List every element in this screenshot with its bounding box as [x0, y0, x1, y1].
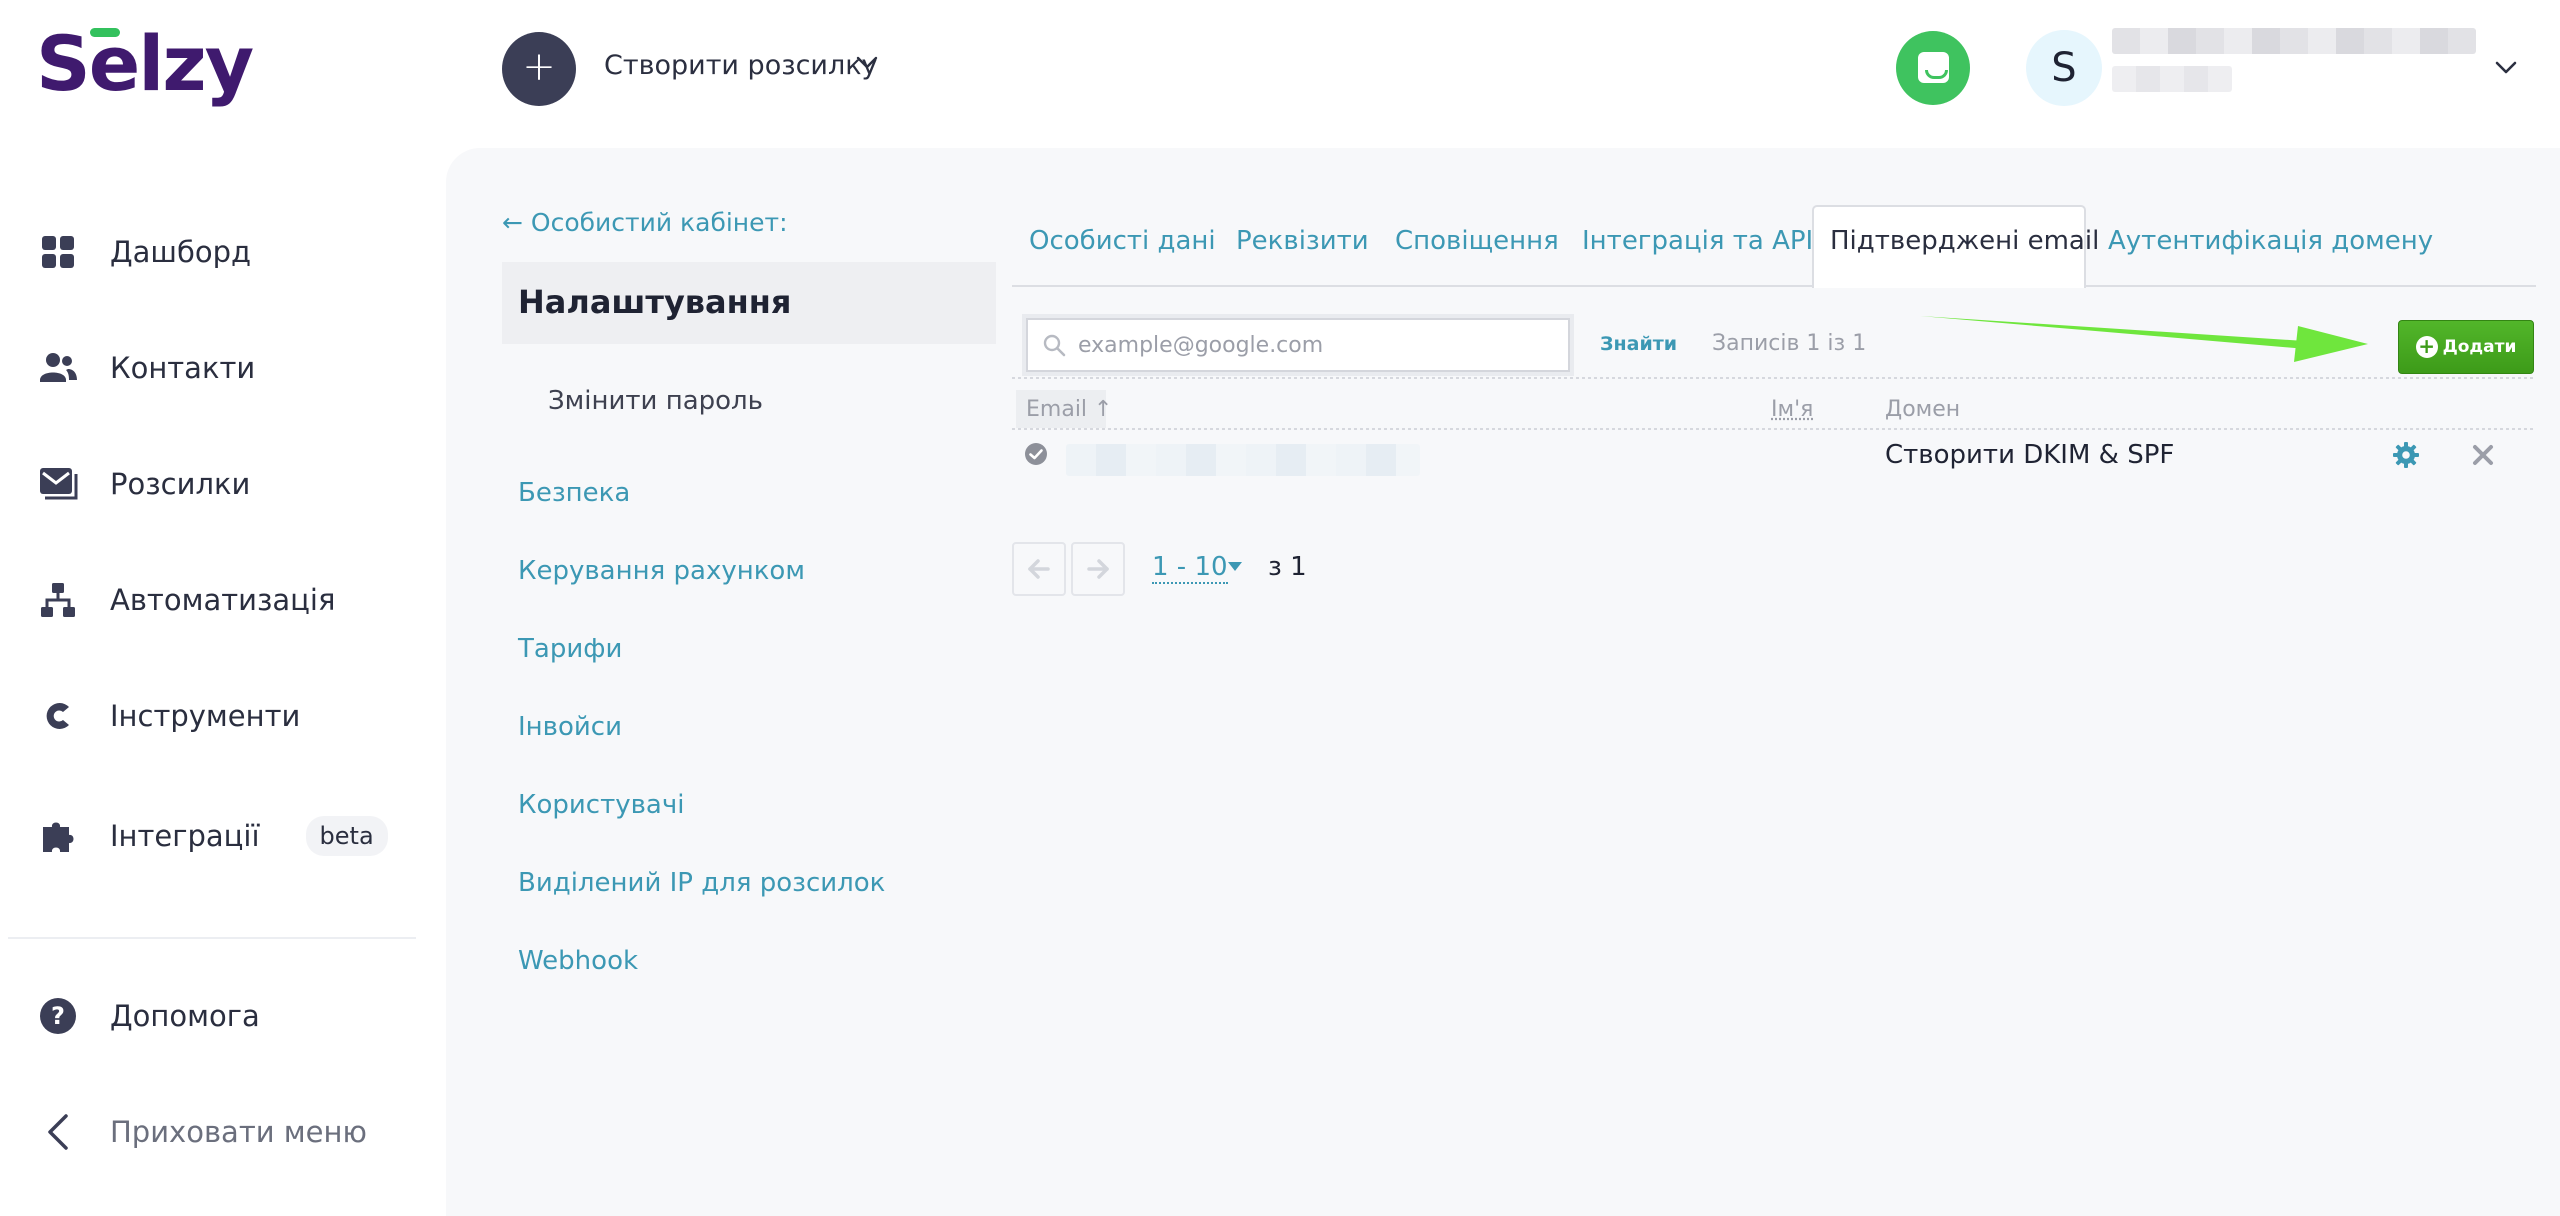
green-arrow-annotation	[1920, 316, 2368, 362]
chat-button[interactable]	[1896, 31, 1970, 105]
add-button-label: Додати	[2442, 337, 2517, 357]
sidebar-item-tools[interactable]: Інструменти	[38, 686, 300, 746]
user-email-redacted	[2112, 66, 2232, 92]
sidebar-item-label: Інтеграції	[110, 819, 260, 853]
arrow-left-icon	[1028, 559, 1050, 579]
user-name-redacted	[2112, 28, 2476, 54]
search-field[interactable]	[1026, 318, 1570, 372]
sidebar-item-label: Приховати меню	[110, 1115, 367, 1149]
tabs-underline	[1012, 285, 2536, 287]
add-email-button[interactable]: + Додати	[2398, 320, 2534, 374]
email-redacted	[1066, 444, 1420, 476]
settings-menu-invoices[interactable]: Інвойси	[518, 712, 622, 742]
column-header-email[interactable]: Email ↑	[1026, 397, 1112, 422]
logo-text: Selzy	[36, 19, 254, 108]
create-campaign-label[interactable]: Створити розсилку	[604, 50, 878, 81]
sidebar-item-label: Контакти	[110, 351, 256, 385]
sidebar-item-automation[interactable]: Автоматизація	[38, 570, 335, 630]
chevron-left-icon	[38, 1112, 78, 1152]
tab-confirmed-emails[interactable]: Підтверджені email	[1830, 226, 2099, 256]
settings-menu-dedicated-ip[interactable]: Виділений IP для розсилок	[518, 868, 885, 898]
sidebar-item-campaigns[interactable]: Розсилки	[38, 454, 250, 514]
tools-icon	[38, 696, 78, 736]
page-total: з 1	[1268, 552, 1307, 582]
page-title: Налаштування	[518, 283, 792, 321]
check-circle-icon	[1025, 443, 1047, 465]
create-dkim-spf-link[interactable]: Створити DKIM & SPF	[1885, 440, 2174, 470]
gear-icon[interactable]	[2392, 441, 2420, 469]
sidebar-divider	[8, 937, 416, 939]
column-header-domain: Домен	[1885, 397, 1961, 422]
sidebar-item-integrations[interactable]: Інтеграції beta	[38, 806, 388, 866]
sidebar-item-label: Допомога	[110, 999, 260, 1033]
tab-personal-data[interactable]: Особисті дані	[1029, 226, 1216, 256]
sidebar-item-help[interactable]: ? Допомога	[38, 986, 260, 1046]
sidebar-item-contacts[interactable]: Контакти	[38, 338, 255, 398]
sidebar-item-label: Інструменти	[110, 699, 301, 733]
prev-page-button[interactable]	[1012, 542, 1066, 596]
table-top-separator	[1012, 377, 2536, 379]
puzzle-icon	[38, 816, 78, 856]
records-count: Записів 1 із 1	[1712, 331, 1867, 356]
arrow-right-icon	[1087, 559, 1109, 579]
change-password-link[interactable]: Змінити пароль	[548, 386, 763, 416]
table-header-separator	[1012, 428, 2536, 430]
search-input[interactable]	[1078, 332, 1558, 358]
sidebar-item-label: Автоматизація	[110, 583, 336, 617]
next-page-button[interactable]	[1071, 542, 1125, 596]
mail-icon	[38, 464, 78, 504]
selzy-logo[interactable]: Selzy	[36, 22, 266, 106]
tab-notifications[interactable]: Сповіщення	[1395, 226, 1559, 256]
chevron-down-icon[interactable]	[2494, 56, 2518, 80]
find-button[interactable]: Знайти	[1600, 333, 1677, 355]
create-campaign-button[interactable]: +	[502, 32, 576, 106]
tab-integration-api[interactable]: Інтеграція та API	[1582, 226, 1813, 256]
sidebar-item-dashboard[interactable]: Дашборд	[38, 222, 251, 282]
column-header-name[interactable]: Ім'я	[1771, 397, 1813, 422]
plus-circle-icon: +	[2415, 336, 2438, 358]
beta-badge: beta	[305, 816, 388, 856]
settings-menu-account[interactable]: Керування рахунком	[518, 556, 805, 586]
avatar[interactable]: S	[2026, 30, 2102, 106]
help-icon: ?	[38, 996, 78, 1036]
chat-icon	[1918, 52, 1949, 83]
svg-text:?: ?	[51, 1002, 65, 1030]
tab-domain-authentication[interactable]: Аутентифікація домену	[2108, 226, 2433, 256]
settings-menu-tariffs[interactable]: Тарифи	[518, 634, 622, 664]
chevron-down-icon[interactable]	[856, 52, 878, 74]
back-to-account-link[interactable]: ← Особистий кабінет:	[502, 208, 788, 237]
hide-menu-button[interactable]: Приховати меню	[38, 1102, 367, 1162]
caret-down-icon[interactable]	[1228, 562, 1242, 572]
contacts-icon	[38, 348, 78, 388]
sidebar-item-label: Дашборд	[110, 235, 252, 269]
page-size-select[interactable]: 1 - 10	[1152, 552, 1228, 584]
logo-accent-bar	[90, 28, 120, 37]
search-icon	[1043, 334, 1066, 357]
settings-menu-users[interactable]: Користувачі	[518, 790, 684, 820]
tab-requisites[interactable]: Реквізити	[1236, 226, 1369, 256]
dashboard-icon	[38, 232, 78, 272]
settings-menu-security[interactable]: Безпека	[518, 478, 630, 508]
settings-menu-webhook[interactable]: Webhook	[518, 946, 638, 976]
close-icon[interactable]	[2470, 442, 2496, 468]
sidebar-item-label: Розсилки	[110, 467, 251, 501]
automation-icon	[38, 580, 78, 620]
